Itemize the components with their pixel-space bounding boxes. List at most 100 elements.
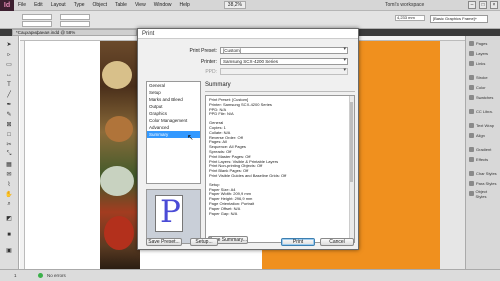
vertical-ruler bbox=[20, 41, 25, 269]
selection-tool-icon[interactable]: ➤ bbox=[3, 40, 15, 49]
printer-label: Printer: bbox=[200, 58, 217, 65]
rectangle-frame-tool-icon[interactable]: ⊠ bbox=[3, 120, 15, 129]
panel-text-wrap[interactable]: Text Wrap bbox=[469, 122, 497, 129]
summary-scrollbar[interactable] bbox=[349, 96, 354, 242]
menu-object[interactable]: Object bbox=[89, 2, 111, 8]
printer-select[interactable]: Samsung SCX-4200 Series bbox=[220, 58, 348, 65]
print-preset-label: Print Preset: bbox=[189, 47, 217, 54]
menu-window[interactable]: Window bbox=[150, 2, 176, 8]
menu-layout[interactable]: Layout bbox=[47, 2, 70, 8]
print-preset-select[interactable]: [Custom] bbox=[220, 47, 348, 54]
panel-pages[interactable]: Pages bbox=[469, 40, 497, 47]
rectangle-tool-icon[interactable]: □ bbox=[3, 130, 15, 139]
panel-swatches[interactable]: Swatches bbox=[469, 94, 497, 101]
free-transform-tool-icon[interactable]: ⤡ bbox=[3, 150, 15, 159]
panel-object-styles[interactable]: Object Styles bbox=[469, 189, 497, 199]
control-bar: 4,233 mm [Basic Graphics Frame]+ bbox=[0, 11, 500, 29]
document-tab[interactable]: *Сацхарифаная.indd @ 58% bbox=[12, 29, 137, 36]
panel-color[interactable]: Color bbox=[469, 84, 497, 91]
workspace-switcher[interactable]: Tomi's workspace bbox=[385, 2, 424, 8]
print-dialog: Print Print Preset: [Custom] Printer: Sa… bbox=[137, 28, 359, 250]
photo-bowl bbox=[104, 216, 134, 250]
category-output[interactable]: Output bbox=[147, 103, 200, 110]
menu-file[interactable]: File bbox=[14, 2, 30, 8]
dialog-title: Print bbox=[138, 29, 358, 39]
print-preview[interactable]: P bbox=[146, 189, 201, 244]
y-field[interactable] bbox=[22, 21, 52, 27]
page-number[interactable]: 1 bbox=[14, 273, 17, 278]
fill-stroke-icon[interactable]: ◩ bbox=[3, 214, 15, 223]
panel-stroke[interactable]: Stroke bbox=[469, 74, 497, 81]
preflight-status-icon bbox=[37, 273, 43, 279]
summary-scroll-thumb[interactable] bbox=[350, 102, 353, 182]
menu-view[interactable]: View bbox=[131, 2, 150, 8]
pencil-tool-icon[interactable]: ✎ bbox=[3, 110, 15, 119]
ppd-row: PPD: bbox=[148, 67, 353, 76]
pen-tool-icon[interactable]: ✒ bbox=[3, 100, 15, 109]
panel-links[interactable]: Links bbox=[469, 60, 497, 67]
panel-paragraph-styles[interactable]: Para Styles bbox=[469, 180, 497, 187]
note-tool-icon[interactable]: ✉ bbox=[3, 170, 15, 179]
tools-panel: ➤ ▹ ▭ ↔ T ╱ ✒ ✎ ⊠ □ ✂ ⤡ ▦ ✉ ⌇ ✋ ⌕ ◩ ■ ▣ bbox=[0, 36, 19, 269]
hand-tool-icon[interactable]: ✋ bbox=[3, 190, 15, 199]
category-setup[interactable]: Setup bbox=[147, 89, 200, 96]
category-color-management[interactable]: Color Management bbox=[147, 117, 200, 124]
panel-align[interactable]: Align bbox=[469, 132, 497, 139]
summary-heading: Summary bbox=[205, 82, 231, 88]
zoom-level[interactable]: 38,2% bbox=[223, 1, 246, 9]
w-field[interactable] bbox=[60, 14, 90, 20]
x-field[interactable] bbox=[22, 14, 52, 20]
menu-help[interactable]: Help bbox=[176, 2, 194, 8]
menu-edit[interactable]: Edit bbox=[30, 2, 47, 8]
line-tool-icon[interactable]: ╱ bbox=[3, 90, 15, 99]
ppd-select bbox=[220, 68, 348, 75]
gap-tool-icon[interactable]: ↔ bbox=[3, 70, 15, 79]
summary-lines: Print Preset: [Custom] Printer: Samsung … bbox=[209, 97, 344, 216]
setup-button[interactable]: Setup... bbox=[190, 238, 218, 246]
food-photo[interactable] bbox=[100, 41, 140, 269]
preflight-status-text[interactable]: No errors bbox=[47, 273, 66, 278]
photo-bowl bbox=[105, 116, 133, 142]
window-controls: – □ × bbox=[468, 1, 498, 9]
summary-text-box[interactable]: Print Preset: [Custom] Printer: Samsung … bbox=[205, 95, 355, 243]
type-tool-icon[interactable]: T bbox=[3, 80, 15, 89]
page-tool-icon[interactable]: ▭ bbox=[3, 60, 15, 69]
scissors-tool-icon[interactable]: ✂ bbox=[3, 140, 15, 149]
h-field[interactable] bbox=[60, 21, 90, 27]
panel-dock: Pages Layers Links Stroke Color Swatches… bbox=[465, 36, 500, 269]
apply-color-icon[interactable]: ■ bbox=[3, 230, 15, 239]
minimize-icon[interactable]: – bbox=[468, 1, 476, 9]
printer-row: Printer: Samsung SCX-4200 Series bbox=[148, 57, 353, 66]
screen-mode-icon[interactable]: ▣ bbox=[3, 246, 15, 255]
category-marks-and-bleed[interactable]: Marks and Bleed bbox=[147, 96, 200, 103]
panel-gradient[interactable]: Gradient bbox=[469, 146, 497, 153]
cancel-button[interactable]: Cancel bbox=[320, 238, 354, 246]
photo-bowl bbox=[100, 166, 134, 196]
close-icon[interactable]: × bbox=[490, 1, 498, 9]
object-style-dropdown[interactable]: [Basic Graphics Frame]+ bbox=[430, 15, 488, 23]
stroke-weight-field[interactable]: 4,233 mm bbox=[395, 15, 425, 21]
gradient-tool-icon[interactable]: ▦ bbox=[3, 160, 15, 169]
photo-bowl bbox=[102, 61, 132, 89]
preview-letter: P bbox=[160, 194, 181, 230]
category-general[interactable]: General bbox=[147, 82, 200, 89]
ppd-label: PPD: bbox=[205, 68, 217, 75]
panel-character-styles[interactable]: Char Styles bbox=[469, 170, 497, 177]
category-graphics[interactable]: Graphics bbox=[147, 110, 200, 117]
category-advanced[interactable]: Advanced bbox=[147, 124, 200, 131]
panel-cc-libraries[interactable]: CC Libra. bbox=[469, 108, 497, 115]
mouse-cursor-icon: ↖ bbox=[187, 133, 194, 142]
save-preset-button[interactable]: Save Preset... bbox=[146, 238, 182, 246]
zoom-tool-icon[interactable]: ⌕ bbox=[3, 200, 15, 209]
direct-selection-tool-icon[interactable]: ▹ bbox=[3, 50, 15, 59]
panel-layers[interactable]: Layers bbox=[469, 50, 497, 57]
print-preset-row: Print Preset: [Custom] bbox=[148, 46, 353, 55]
eyedropper-tool-icon[interactable]: ⌇ bbox=[3, 180, 15, 189]
preview-page: P bbox=[155, 194, 183, 232]
print-button[interactable]: Print bbox=[281, 238, 315, 246]
panel-effects[interactable]: Effects bbox=[469, 156, 497, 163]
maximize-icon[interactable]: □ bbox=[479, 1, 487, 9]
summary-divider bbox=[205, 91, 355, 92]
menu-table[interactable]: Table bbox=[111, 2, 131, 8]
menu-type[interactable]: Type bbox=[70, 2, 89, 8]
